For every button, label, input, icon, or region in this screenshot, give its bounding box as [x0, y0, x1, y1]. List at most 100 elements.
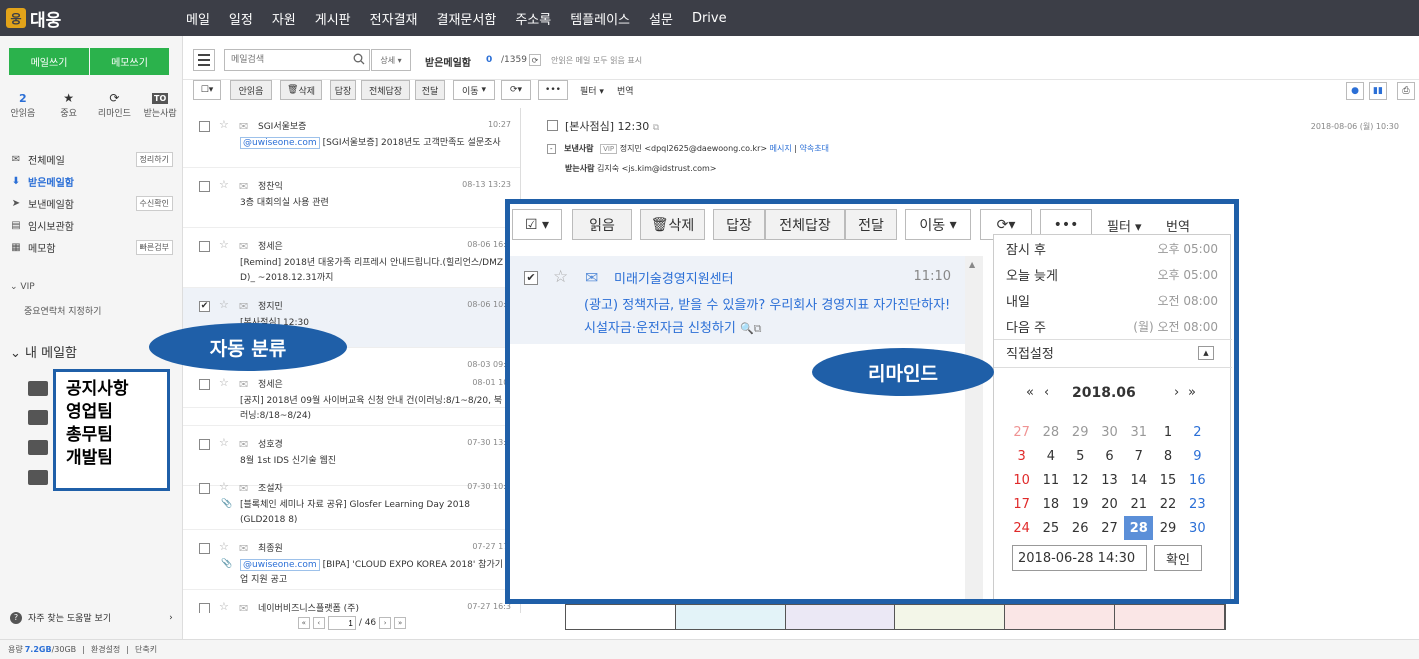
calendar-day[interactable]: 14 [1124, 468, 1153, 492]
remind-button[interactable]: ⟳▾ [501, 80, 531, 100]
mail-checkbox[interactable] [199, 121, 210, 132]
select-all-checkbox[interactable]: ☐▾ [193, 80, 221, 100]
calendar-day-selected[interactable]: 28 [1124, 516, 1154, 540]
search-input[interactable] [224, 49, 370, 71]
compose-button[interactable]: 메일쓰기 [9, 48, 89, 75]
menu-toggle-button[interactable] [193, 49, 215, 71]
quick-remind[interactable]: ⟳ 리마인드 [92, 90, 138, 119]
calendar-day[interactable]: 22 [1153, 492, 1182, 516]
mail-row[interactable]: ☆ ✉ 정세은 08-06 16:2 [Remind] 2018년 대웅가족 리… [183, 228, 520, 288]
collapse-icon[interactable]: - [547, 144, 556, 154]
calendar-day[interactable]: 3 [1007, 444, 1036, 468]
calendar-day[interactable]: 16 [1183, 468, 1212, 492]
shortcut-link[interactable]: 단축키 [135, 644, 157, 655]
zoom-delete-button[interactable]: 🗑 삭제 [640, 209, 705, 240]
settings-link[interactable]: 환경설정 [91, 644, 120, 655]
help-link[interactable]: ? 자주 찾는 도움말 보기 › [10, 611, 173, 624]
zoom-move-button[interactable]: 이동 ▾ [905, 209, 971, 240]
mail-row[interactable]: ☆ ✉ 정찬익 08-13 13:23 3층 대회의실 사용 관련 [183, 168, 520, 228]
calendar-day[interactable]: 2 [1183, 420, 1212, 444]
calendar-day[interactable]: 26 [1066, 516, 1095, 540]
remind-option-custom[interactable]: 직접설정 [1006, 343, 1054, 362]
reading-checkbox[interactable] [547, 120, 558, 131]
folder-icon[interactable] [28, 470, 48, 485]
calendar-day[interactable]: 4 [1036, 444, 1065, 468]
move-button[interactable]: 이동 ▾ [453, 80, 495, 100]
scroll-up-icon[interactable]: ▲ [969, 260, 975, 269]
calendar-day[interactable]: 19 [1066, 492, 1095, 516]
calendar-day[interactable]: 28 [1036, 420, 1065, 444]
team-folder-sales[interactable]: 영업팀 [66, 401, 157, 424]
folder-icon[interactable] [28, 381, 48, 396]
forward-button[interactable]: 전달 [415, 80, 445, 100]
zoom-reply-all-button[interactable]: 전체답장 [765, 209, 845, 240]
calendar-day[interactable]: 29 [1066, 420, 1095, 444]
mail-row[interactable]: ☆ ✉ 📎 조설자 07-30 10:4 [블록체인 세미나 자료 공유] Gl… [183, 470, 520, 530]
more-button[interactable]: ••• [538, 80, 568, 100]
preview-icon[interactable]: 🔍⧉ [740, 322, 762, 335]
popup-icon[interactable]: ⧉ [653, 123, 659, 133]
calendar-day[interactable]: 24 [1007, 516, 1036, 540]
nav-survey[interactable]: 설문 [649, 9, 673, 28]
folder-icon[interactable] [28, 440, 48, 455]
mail-checkbox[interactable] [199, 439, 210, 450]
folder-sent[interactable]: ➤ 보낸메일함 수신확인 [0, 192, 183, 214]
invite-link[interactable]: 약속초대 [800, 144, 829, 153]
mail-checkbox[interactable] [199, 483, 210, 494]
team-folder-admin[interactable]: 총무팀 [66, 424, 157, 447]
calendar-day[interactable]: 11 [1036, 468, 1065, 492]
mail-row[interactable]: ☆ ✉ 네이버비즈니스플랫폼 (주) 07-27 16:3 [183, 590, 520, 613]
remind-option-later[interactable]: 잠시 후 [1006, 239, 1046, 258]
calendar-day[interactable]: 9 [1183, 444, 1212, 468]
remind-option-tomorrow[interactable]: 내일 [1006, 291, 1030, 310]
split-view-icon[interactable]: ▮▮ [1369, 82, 1387, 100]
star-icon[interactable]: ☆ [219, 238, 229, 251]
folder-icon[interactable] [28, 410, 48, 425]
from-address[interactable]: 정지민 <dpql2625@daewoong.co.kr> [620, 144, 767, 153]
mail-checkbox[interactable] [199, 379, 210, 390]
nav-mail[interactable]: 메일 [186, 9, 210, 28]
nav-calendar[interactable]: 일정 [229, 9, 253, 28]
page-input[interactable] [327, 616, 356, 630]
translate-button[interactable]: 번역 [617, 84, 634, 97]
calendar-day[interactable]: 31 [1124, 420, 1153, 444]
mail-row[interactable]: ☆ ✉ 정세은 08-01 10: [공지] 2018년 09월 사이버교육 신… [183, 366, 520, 426]
calendar-day[interactable]: 27 [1007, 420, 1036, 444]
calendar-day[interactable]: 23 [1183, 492, 1212, 516]
star-icon[interactable]: ☆ [219, 480, 229, 493]
zoom-mail-checkbox[interactable]: ✔ [524, 271, 538, 285]
zoom-translate-button[interactable]: 번역 [1166, 216, 1190, 235]
star-icon[interactable]: ☆ [219, 540, 229, 553]
vip-add-link[interactable]: 중요연락처 지정하기 [24, 304, 101, 317]
calendar-day[interactable]: 20 [1095, 492, 1124, 516]
prev-month-button[interactable]: ‹ [1044, 385, 1049, 400]
nav-drive[interactable]: Drive [692, 11, 727, 26]
scrollbar[interactable]: ▲ [965, 256, 983, 599]
nav-resource[interactable]: 자원 [272, 9, 296, 28]
receipt-check-button[interactable]: 수신확인 [135, 196, 173, 211]
mail-checkbox[interactable] [199, 603, 210, 613]
zoom-forward-button[interactable]: 전달 [845, 209, 897, 240]
zoom-mail-row[interactable]: ✔ ☆ ✉ 미래기술경영지원센터 11:10 (광고) 정책자금, 받을 수 있… [510, 256, 965, 344]
zoom-filter-button[interactable]: 필터 ▾ [1107, 216, 1142, 235]
mail-checkbox-checked[interactable]: ✔ [199, 301, 210, 312]
star-icon[interactable]: ☆ [219, 436, 229, 449]
nav-template-place[interactable]: 템플레이스 [570, 9, 630, 28]
remind-confirm-button[interactable]: 확인 [1154, 545, 1202, 571]
reply-button[interactable]: 답장 [330, 80, 356, 100]
reply-all-button[interactable]: 전체답장 [361, 80, 410, 100]
folder-memo[interactable]: ▦ 메모함 빠른검부 [0, 236, 183, 258]
to-address[interactable]: 김지숙 <js.kim@idstrust.com> [597, 164, 717, 173]
clock-view-icon[interactable]: ● [1346, 82, 1364, 100]
calendar-day[interactable]: 17 [1007, 492, 1036, 516]
mark-all-read-link[interactable]: 안읽은 메일 모두 읽음 표시 [551, 55, 642, 66]
calendar-day[interactable]: 12 [1066, 468, 1095, 492]
calendar-day[interactable]: 27 [1095, 516, 1124, 540]
message-link[interactable]: 메시지 [770, 144, 792, 153]
star-icon[interactable]: ☆ [219, 376, 229, 389]
prev-page-button[interactable]: ‹ [312, 617, 325, 629]
calendar-day[interactable]: 21 [1124, 492, 1153, 516]
my-mailbox-header[interactable]: ⌄ 내 메일함 [10, 342, 77, 361]
memo-button[interactable]: 메모쓰기 [90, 48, 169, 75]
mail-checkbox[interactable] [199, 181, 210, 192]
